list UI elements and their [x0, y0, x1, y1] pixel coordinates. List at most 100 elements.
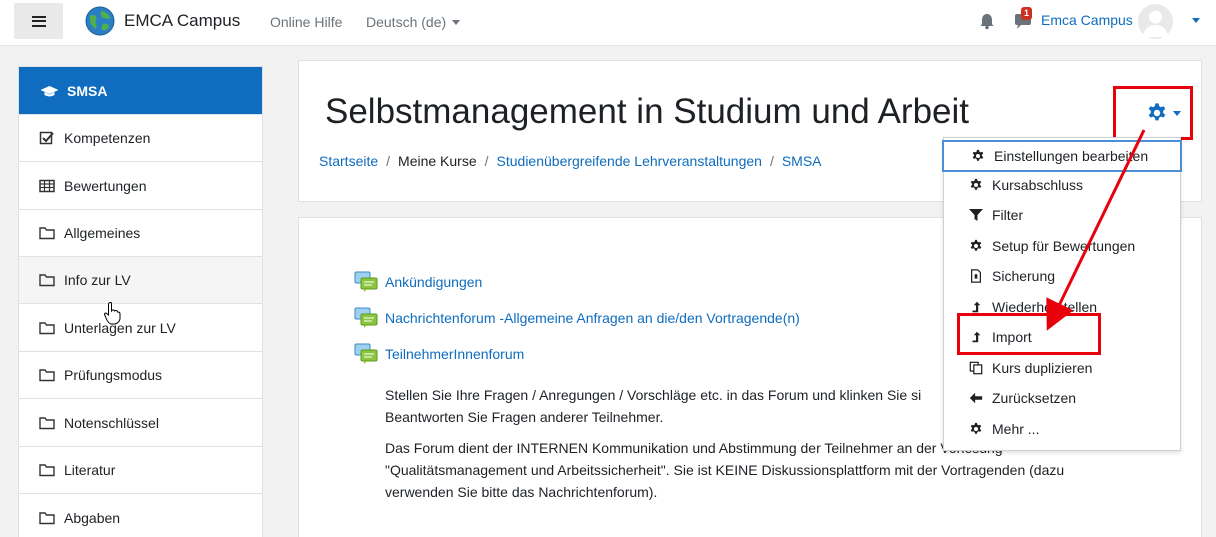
forum-title: TeilnehmerInnenforum	[385, 346, 525, 362]
site-name[interactable]: EMCA Campus	[124, 11, 240, 31]
message-count-badge: 1	[1021, 7, 1032, 20]
breadcrumb-separator: /	[484, 153, 489, 169]
breadcrumb-category[interactable]: Studienübergreifende Lehrveranstaltungen	[497, 153, 762, 169]
sidebar-item-literatur[interactable]: Literatur	[19, 447, 262, 494]
course-navigation-sidebar: SMSA Kompetenzen Bewertungen Allgemeines…	[18, 66, 263, 537]
menu-item-label: Mehr ...	[992, 421, 1040, 437]
sidebar-item-notenschluessel[interactable]: Notenschlüssel	[19, 400, 262, 447]
gear-icon	[970, 178, 982, 190]
online-help-link[interactable]: Online Hilfe	[270, 14, 342, 30]
folder-icon	[39, 322, 55, 335]
forum-icon	[354, 271, 378, 292]
menu-item-zuruecksetzen[interactable]: Zurücksetzen	[944, 383, 1180, 413]
bell-icon[interactable]	[978, 12, 996, 30]
course-actions-button[interactable]	[1146, 102, 1181, 124]
language-label: Deutsch (de)	[366, 14, 447, 30]
forum-description-line: "Qualitätsmanagement und Arbeitssicherhe…	[385, 462, 1065, 478]
menu-item-kurs-duplizieren[interactable]: Kurs duplizieren	[944, 353, 1180, 383]
sidebar-item-label: Prüfungsmodus	[64, 367, 163, 383]
import-highlight-box	[957, 313, 1101, 355]
menu-item-label: Setup für Bewertungen	[992, 238, 1136, 254]
folder-icon	[39, 227, 55, 240]
chevron-down-icon	[452, 20, 461, 25]
course-actions-menu: Einstellungen bearbeiten Kursabschluss F…	[942, 137, 1182, 451]
sidebar-item-label: Notenschlüssel	[64, 415, 159, 431]
navbar: EMCA Campus Online Hilfe Deutsch (de) 1 …	[0, 0, 1216, 46]
breadcrumb-separator: /	[386, 153, 391, 169]
sidebar-item-label: SMSA	[67, 82, 108, 99]
sidebar-item-smsa[interactable]: SMSA	[19, 67, 262, 115]
user-menu-name[interactable]: Emca Campus	[1041, 12, 1133, 28]
sidebar-item-unterlagen-zur-lv[interactable]: Unterlagen zur LV	[19, 305, 262, 352]
forum-title: Nachrichtenforum -Allgemeine Anfragen an…	[385, 310, 800, 326]
forum-icon	[354, 307, 378, 328]
gear-icon	[970, 422, 982, 434]
page-title: Selbstmanagement in Studium und Arbeit	[325, 92, 969, 131]
sidebar-item-abgaben[interactable]: Abgaben	[19, 495, 262, 537]
sidebar-item-pruefungsmodus[interactable]: Prüfungsmodus	[19, 352, 262, 399]
breadcrumb-course[interactable]: SMSA	[782, 153, 822, 169]
forum-description-line: Beantworten Sie Fragen anderer Teilnehme…	[385, 409, 664, 425]
menu-item-label: Kursabschluss	[992, 177, 1084, 193]
hamburger-icon	[31, 15, 46, 27]
breadcrumb-startseite[interactable]: Startseite	[319, 153, 378, 169]
chevron-down-icon	[1172, 110, 1181, 116]
graduation-cap-icon	[40, 85, 58, 96]
folder-icon	[39, 464, 55, 477]
backup-file-icon	[971, 269, 981, 283]
menu-item-label: Einstellungen bearbeiten	[994, 148, 1149, 164]
menu-item-sicherung[interactable]: Sicherung	[944, 261, 1180, 291]
table-icon	[39, 179, 55, 193]
menu-item-label: Kurs duplizieren	[992, 360, 1093, 376]
menu-item-label: Zurücksetzen	[992, 390, 1077, 406]
sidebar-item-label: Kompetenzen	[64, 130, 151, 146]
sidebar-item-kompetenzen[interactable]: Kompetenzen	[19, 115, 262, 162]
menu-item-label: Filter	[992, 207, 1024, 223]
globe-logo-icon[interactable]	[84, 5, 116, 37]
gear-icon	[1148, 103, 1165, 121]
sidebar-item-label: Allgemeines	[64, 225, 141, 241]
copy-icon	[969, 361, 983, 375]
folder-icon	[39, 417, 55, 430]
arrow-left-icon	[969, 392, 983, 404]
forum-link-teilnehmerinnenforum[interactable]: TeilnehmerInnenforum	[354, 343, 524, 365]
folder-icon	[39, 512, 55, 525]
sidebar-item-label: Abgaben	[64, 510, 121, 526]
gear-highlight-box	[1113, 86, 1193, 140]
checkbox-icon	[39, 131, 54, 145]
menu-item-label: Sicherung	[992, 268, 1056, 284]
forum-icon	[354, 343, 378, 364]
forum-description-line: Das Forum dient der INTERNEN Kommunikati…	[385, 440, 1003, 456]
menu-item-filter[interactable]: Filter	[944, 200, 1180, 230]
gear-icon	[972, 149, 984, 161]
menu-item-kursabschluss[interactable]: Kursabschluss	[944, 170, 1180, 200]
user-avatar-icon	[1143, 10, 1168, 37]
breadcrumb-separator: /	[769, 153, 774, 169]
menu-item-einstellungen-bearbeiten[interactable]: Einstellungen bearbeiten	[942, 140, 1182, 172]
forum-title: Ankündigungen	[385, 274, 483, 290]
avatar[interactable]	[1138, 4, 1173, 39]
sidebar-item-label: Literatur	[64, 462, 116, 478]
language-menu[interactable]: Deutsch (de)	[366, 14, 461, 30]
sidebar-item-label: Bewertungen	[64, 178, 147, 194]
folder-icon	[39, 274, 55, 287]
gear-icon	[970, 239, 982, 251]
sidebar-item-bewertungen[interactable]: Bewertungen	[19, 163, 262, 210]
filter-icon	[969, 209, 983, 221]
forum-link-ankuendigungen[interactable]: Ankündigungen	[354, 271, 482, 293]
forum-description-line: verwenden Sie bitte das Nachrichtenforum…	[385, 484, 658, 500]
breadcrumb: Startseite / Meine Kurse / Studienübergreife…	[319, 153, 822, 169]
menu-item-setup-bewertungen[interactable]: Setup für Bewertungen	[944, 231, 1180, 261]
folder-icon	[39, 369, 55, 382]
sidebar-item-label: Info zur LV	[64, 272, 131, 288]
menu-item-mehr[interactable]: Mehr ...	[944, 414, 1180, 444]
forum-description-line: Stellen Sie Ihre Fragen / Anregungen / V…	[385, 387, 922, 403]
sidebar-item-info-zur-lv[interactable]: Info zur LV	[19, 257, 262, 304]
sidebar-item-allgemeines[interactable]: Allgemeines	[19, 210, 262, 257]
forum-link-nachrichtenforum[interactable]: Nachrichtenforum -Allgemeine Anfragen an…	[354, 307, 800, 329]
hand-cursor-icon	[103, 302, 121, 325]
level-up-icon	[972, 301, 981, 313]
drawer-toggle-button[interactable]	[14, 3, 63, 39]
user-menu-chevron-icon[interactable]	[1192, 18, 1200, 23]
breadcrumb-meine-kurse: Meine Kurse	[398, 153, 477, 169]
